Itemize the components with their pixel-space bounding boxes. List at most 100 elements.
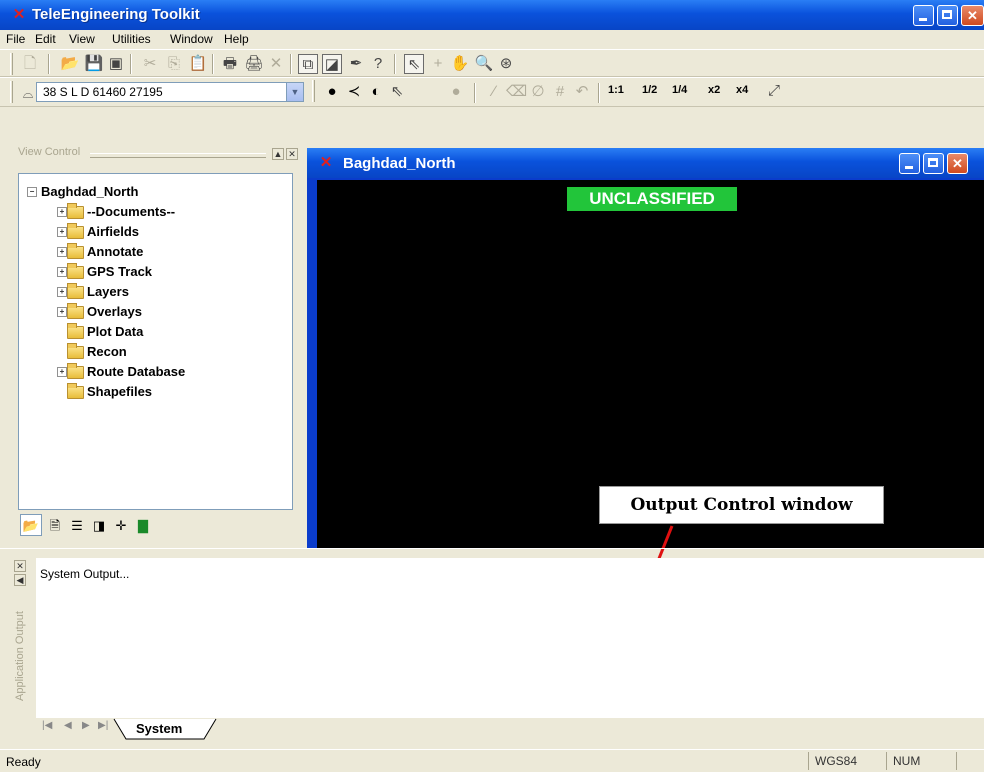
panel-dock-button[interactable]: ▲ <box>272 148 284 160</box>
status-num: NUM <box>886 752 957 770</box>
output-dock-button[interactable]: ◀ <box>14 574 26 586</box>
expand-icon[interactable]: + <box>57 367 67 377</box>
help-icon[interactable]: ? <box>368 54 388 74</box>
map-close-button[interactable]: ✕ <box>947 153 968 174</box>
print-icon[interactable]: 🖶 <box>220 54 240 74</box>
expand-icon[interactable]: + <box>57 307 67 317</box>
main-toolbar: 🗋 📂 💾 ▣ ✂ ⎘ 📋 🖶 🖨 ✕ ⧉ ◪ ✒ ? ⇖ + ✋ 🔍 ⊛ <box>0 49 984 77</box>
list-tab-icon[interactable]: ☰ <box>66 514 88 536</box>
undo-icon[interactable]: ↶ <box>572 82 592 102</box>
prev-tab-icon[interactable]: ◀ <box>64 720 72 731</box>
map-maximize-button[interactable] <box>923 153 944 174</box>
menu-help[interactable]: Help <box>224 32 249 46</box>
maximize-icon <box>928 158 938 167</box>
toolbar-grip[interactable] <box>10 53 13 75</box>
open-icon[interactable]: 📂 <box>60 54 80 74</box>
callout-label: Output Control window <box>599 486 884 524</box>
expand-icon[interactable]: + <box>57 267 67 277</box>
draw-line-icon[interactable]: ∕ <box>484 82 504 102</box>
document-tab-icon[interactable]: 🗎 <box>44 514 66 536</box>
map-window-titlebar[interactable]: ✕ Baghdad_North ✕ <box>307 148 984 178</box>
tree-item-label: Layers <box>87 284 129 299</box>
expand-icon[interactable]: + <box>57 207 67 217</box>
last-tab-icon[interactable]: ▶| <box>98 720 108 731</box>
first-tab-icon[interactable]: |◀ <box>42 720 52 731</box>
close-button[interactable]: ✕ <box>961 5 984 26</box>
collapse-icon[interactable]: − <box>27 187 37 197</box>
pan-hand-icon[interactable]: ✋ <box>450 54 470 74</box>
folder-icon <box>67 343 84 359</box>
zoom-half-button[interactable]: 1/2 <box>642 84 657 96</box>
tree-item-label: Airfields <box>87 224 140 239</box>
expand-icon[interactable]: + <box>57 227 67 237</box>
status-datum: WGS84 <box>808 752 887 770</box>
tree-item-label: --Documents-- <box>87 204 176 219</box>
menu-window[interactable]: Window <box>170 32 213 46</box>
system-output-text: System Output... <box>40 567 130 581</box>
map-window-icon: ✕ <box>319 154 333 171</box>
draw-pen-icon[interactable]: ✒ <box>346 54 366 74</box>
maximize-button[interactable] <box>937 5 958 26</box>
zoom-1-1-button[interactable]: 1:1 <box>608 84 624 96</box>
separator <box>474 83 476 103</box>
map-minimize-button[interactable] <box>899 153 920 174</box>
map-window-icon[interactable]: ◪ <box>322 54 342 74</box>
tree-root-label: Baghdad_North <box>41 184 139 199</box>
folder-icon <box>67 243 84 259</box>
folder-icon <box>67 363 84 379</box>
layers-tab-icon[interactable]: ◨ <box>88 514 110 536</box>
grid-icon[interactable]: # <box>550 82 570 102</box>
point-icon[interactable]: ● <box>322 82 342 102</box>
delete-icon[interactable]: ✕ <box>266 54 286 74</box>
save-icon[interactable]: 💾 <box>84 54 104 74</box>
tree-view-tab-icon[interactable]: 📂 <box>20 514 42 536</box>
app-titlebar[interactable]: ✕ TeleEngineering Toolkit ✕ <box>0 0 984 30</box>
classification-banner: UNCLASSIFIED <box>567 187 737 211</box>
panel-grip[interactable] <box>90 153 266 158</box>
status-ready: Ready <box>6 755 41 769</box>
contrast-icon[interactable]: ◐ <box>366 82 386 102</box>
eraser-icon[interactable]: ⌫ <box>506 82 527 102</box>
zoom-quarter-button[interactable]: 1/4 <box>672 84 687 96</box>
paste-icon[interactable]: 📋 <box>188 54 208 74</box>
line-tool-icon[interactable]: ≺ <box>344 82 364 102</box>
map-tab-icon[interactable]: ▇ <box>132 514 154 536</box>
zoom-x2-button[interactable]: x2 <box>708 84 720 96</box>
window-tile-icon[interactable]: ⧉ <box>298 54 318 74</box>
save-all-icon[interactable]: ▣ <box>106 54 126 74</box>
app-logo-icon: ✕ <box>12 6 26 23</box>
status-bar: Ready WGS84 NUM <box>0 749 984 772</box>
minimize-button[interactable] <box>913 5 934 26</box>
next-tab-icon[interactable]: ▶ <box>82 720 90 731</box>
expand-icon[interactable]: + <box>57 287 67 297</box>
menu-view[interactable]: View <box>69 32 95 46</box>
tree-item-label: GPS Track <box>87 264 153 279</box>
cut-icon[interactable]: ✂ <box>140 54 160 74</box>
tree-item-label: Recon <box>87 344 127 359</box>
toolbar-grip[interactable] <box>312 80 315 102</box>
zoom-x4-button[interactable]: x4 <box>736 84 748 96</box>
separator <box>394 54 396 74</box>
expand-icon[interactable]: + <box>57 247 67 257</box>
view-control-tree[interactable]: − Baghdad_North + --Documents-- + Airfields… <box>18 173 293 510</box>
circle-icon[interactable]: ● <box>446 82 466 102</box>
folder-icon <box>67 203 84 219</box>
menu-file[interactable]: File <box>6 32 25 46</box>
no-entry-icon[interactable]: ∅ <box>528 82 548 102</box>
menu-utilities[interactable]: Utilities <box>112 32 151 46</box>
print-setup-icon[interactable]: 🖨 <box>244 54 264 74</box>
fit-extent-icon[interactable]: ⤢ <box>764 81 784 101</box>
output-body[interactable] <box>36 558 984 718</box>
system-tab-label[interactable]: System <box>136 721 182 736</box>
move-tab-icon[interactable]: ✛ <box>110 514 132 536</box>
separator <box>598 83 600 103</box>
output-close-button[interactable]: ✕ <box>14 560 26 572</box>
menu-edit[interactable]: Edit <box>35 32 56 46</box>
panel-close-button[interactable]: ✕ <box>286 148 298 160</box>
crosshair-icon[interactable]: + <box>428 54 448 74</box>
zoom-magnifier-icon[interactable]: 🔍 <box>474 54 494 74</box>
select-arrow-icon[interactable]: ⇖ <box>404 54 424 74</box>
new-icon[interactable]: 🗋 <box>20 54 40 74</box>
globe-icon[interactable]: ⊛ <box>496 54 516 74</box>
copy-icon[interactable]: ⎘ <box>164 54 184 74</box>
